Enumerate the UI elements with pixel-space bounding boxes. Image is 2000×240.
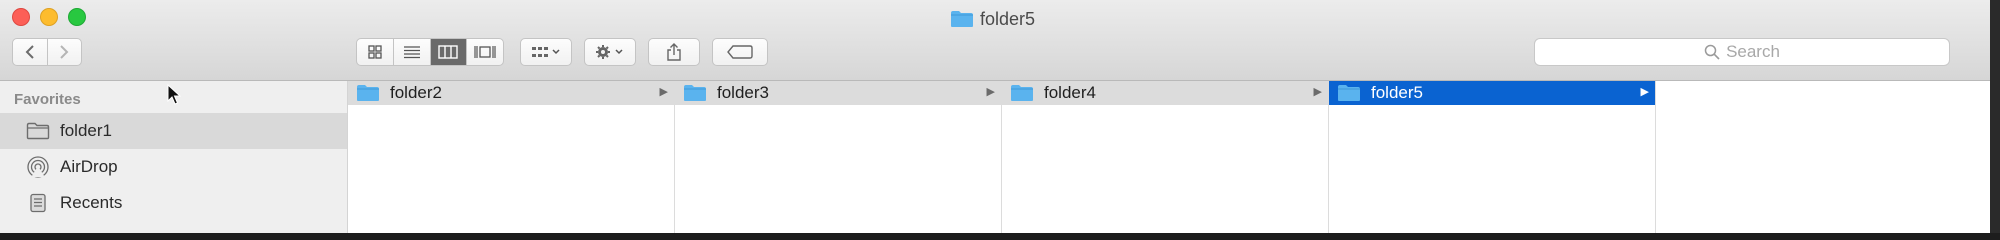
close-window-button[interactable] [12, 8, 30, 26]
browser-column: folder5 ▶ [1329, 81, 1656, 233]
zoom-window-button[interactable] [68, 8, 86, 26]
share-icon [667, 43, 681, 61]
disclosure-arrow-icon: ▶ [1313, 86, 1322, 98]
list-icon [403, 46, 420, 59]
browser-column: folder2 ▶ [348, 81, 675, 233]
forward-button[interactable] [46, 39, 82, 65]
icon-view-button[interactable] [357, 39, 393, 65]
folder-icon [684, 85, 706, 101]
folder-outline-icon [26, 121, 50, 141]
gear-icon [596, 45, 623, 59]
columns-icon [438, 45, 459, 59]
minimize-window-button[interactable] [40, 8, 58, 26]
grid-icon [368, 45, 382, 59]
column-item-label: folder3 [717, 83, 769, 102]
search-icon [1704, 44, 1720, 60]
folder-icon [1011, 85, 1033, 101]
sidebar-item-airdrop[interactable]: AirDrop [0, 149, 347, 185]
sidebar-item-folder1[interactable]: folder1 [0, 113, 347, 149]
sidebar-item-label: AirDrop [60, 157, 118, 176]
folder-icon [1338, 85, 1360, 101]
browser-column: folder3 ▶ [675, 81, 1002, 233]
action-menu-button[interactable] [584, 38, 636, 66]
recents-icon [26, 193, 50, 213]
toolbar: folder5 Search [0, 0, 1990, 81]
back-button[interactable] [13, 39, 47, 65]
gallery-view-button[interactable] [466, 39, 503, 65]
browser-column: folder4 ▶ [1002, 81, 1329, 233]
navigation-group [12, 38, 82, 66]
sidebar-item-recents[interactable]: Recents [0, 185, 347, 221]
finder-window: folder5 Search Favorites folder1 AirDrop… [0, 0, 1990, 233]
arrange-icon [532, 47, 560, 57]
sidebar-item-label: folder1 [60, 121, 112, 140]
column-item-folder5[interactable]: folder5 ▶ [1329, 81, 1655, 105]
browser-column-empty [1656, 81, 1990, 233]
folder-icon [357, 85, 379, 101]
airdrop-icon [26, 156, 50, 178]
tags-button[interactable] [712, 38, 768, 66]
sidebar-heading-favorites: Favorites [14, 91, 81, 108]
search-field[interactable]: Search [1534, 38, 1950, 66]
disclosure-arrow-icon: ▶ [659, 86, 668, 98]
column-item-label: folder4 [1044, 83, 1096, 102]
tag-icon [727, 45, 753, 59]
window-title-text: folder5 [980, 8, 1036, 29]
folder-icon [951, 11, 973, 27]
list-view-button[interactable] [392, 39, 430, 65]
disclosure-arrow-icon: ▶ [1640, 86, 1649, 98]
sidebar-item-label: Recents [60, 193, 123, 212]
window-title: folder5 [950, 8, 1035, 30]
mouse-pointer-icon [167, 84, 181, 105]
column-browser: folder2 ▶ folder3 ▶ folder4 ▶ folder5 ▶ [348, 81, 1990, 233]
gallery-icon [474, 46, 496, 58]
share-button[interactable] [648, 38, 700, 66]
search-placeholder: Search [1726, 42, 1780, 61]
column-item-folder4[interactable]: folder4 ▶ [1002, 81, 1328, 105]
group-by-button[interactable] [520, 38, 572, 66]
chevron-left-icon [25, 45, 34, 59]
column-item-label: folder5 [1371, 83, 1423, 102]
window-edge [1990, 0, 2000, 233]
column-item-label: folder2 [390, 83, 442, 102]
column-view-button[interactable] [429, 39, 467, 65]
column-item-folder2[interactable]: folder2 ▶ [348, 81, 674, 105]
disclosure-arrow-icon: ▶ [986, 86, 995, 98]
column-item-folder3[interactable]: folder3 ▶ [675, 81, 1001, 105]
chevron-right-icon [60, 45, 69, 59]
view-mode-group [356, 38, 504, 66]
